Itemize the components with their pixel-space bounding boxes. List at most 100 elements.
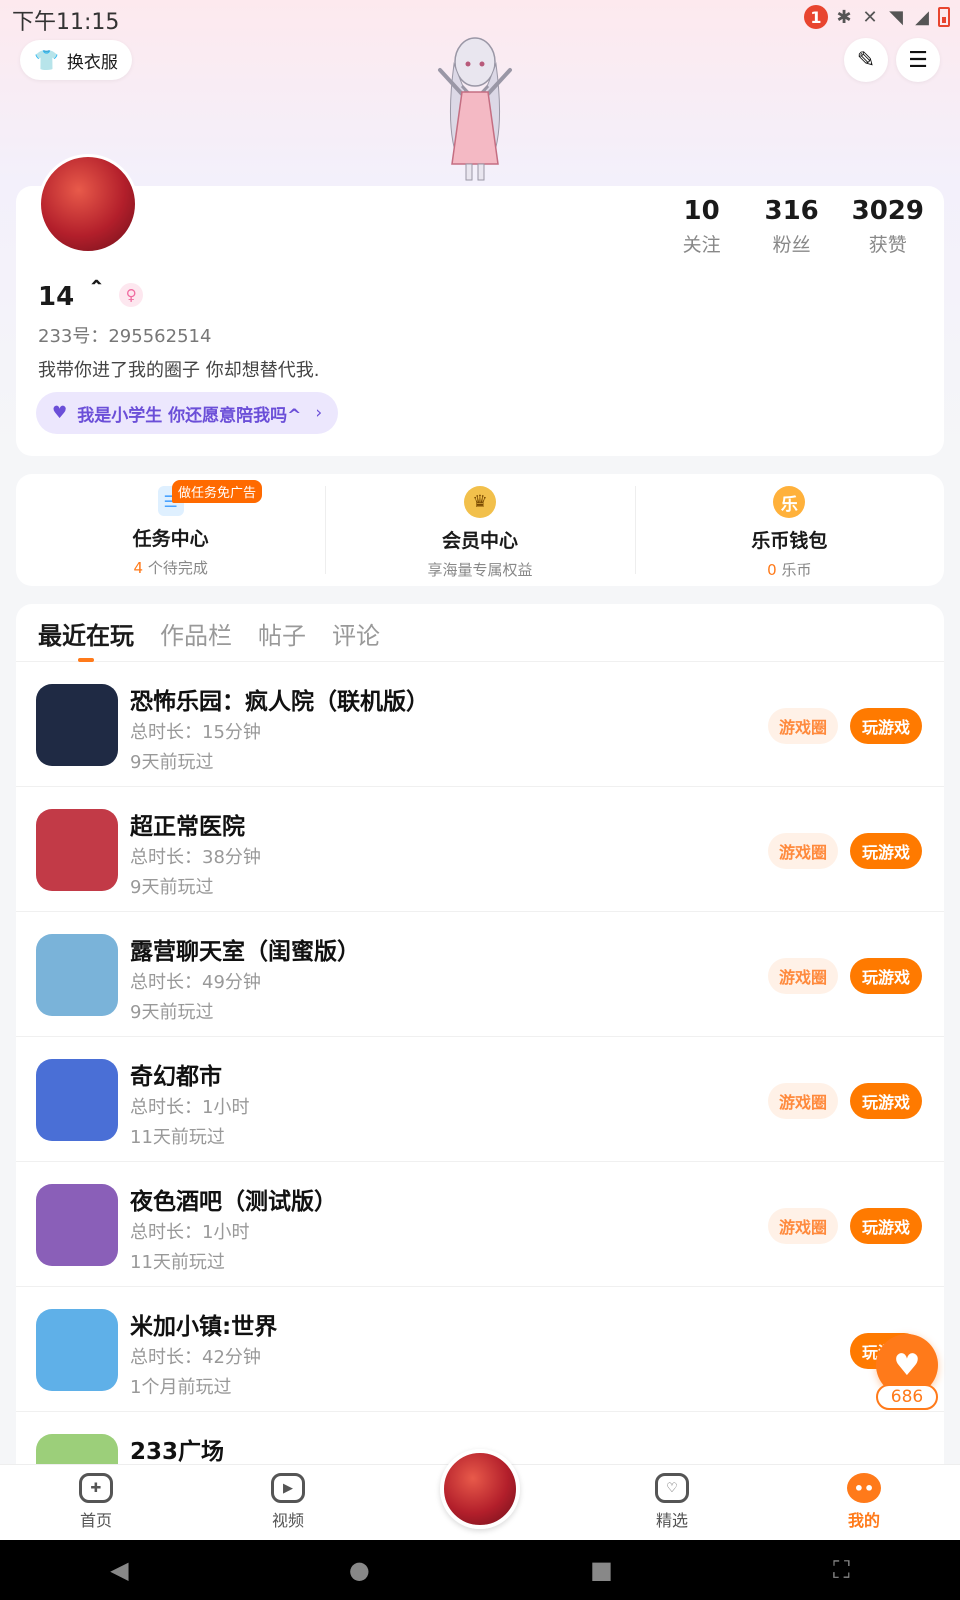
- nav-video[interactable]: ▶ 视频: [192, 1465, 384, 1540]
- task-pending-suffix: 个待完成: [143, 559, 208, 577]
- circle-pill-button[interactable]: ♥ 我是小学生 你还愿意陪我吗^ ›: [36, 392, 339, 434]
- video-play-icon: ▶: [271, 1473, 305, 1503]
- game-name: 米加小镇:世界: [130, 1314, 278, 1340]
- nav-center-avatar[interactable]: [440, 1449, 520, 1529]
- nav-featured[interactable]: ♡ 精选: [576, 1465, 768, 1540]
- face-icon: ••: [847, 1473, 881, 1503]
- heart-icon: ♥: [52, 403, 68, 423]
- bottom-nav: ✚ 首页 ▶ 视频 ♡ 精选 •• 我的: [0, 1449, 960, 1540]
- stat-fans-count: 316: [764, 196, 819, 226]
- pen-icon: ✎: [856, 47, 876, 73]
- signal-icon: ◢: [915, 6, 929, 28]
- mute-icon: ✕: [862, 6, 878, 28]
- menu-button[interactable]: ☰: [896, 38, 940, 82]
- play-game-button[interactable]: 玩游戏: [850, 958, 922, 994]
- nav-mine[interactable]: •• 我的: [768, 1465, 960, 1540]
- game-circle-button[interactable]: 游戏圈: [768, 958, 838, 994]
- stat-likes[interactable]: 3029 获赞: [852, 196, 924, 257]
- game-duration: 总时长：1小时: [130, 1097, 250, 1118]
- shirt-icon: 👕: [34, 48, 59, 72]
- game-row[interactable]: 露营聊天室（闺蜜版） 总时长：49分钟 9天前玩过 游戏圈 玩游戏: [16, 912, 944, 1037]
- floating-like-count: 686: [876, 1384, 938, 1410]
- vip-center-sub: 享海量专属权益: [427, 561, 533, 579]
- nickname: 14 ＾ ♀: [38, 276, 144, 313]
- task-center-title: 任务中心: [132, 528, 209, 550]
- game-row[interactable]: 夜色酒吧（测试版） 总时长：1小时 11天前玩过 游戏圈 玩游戏: [16, 1162, 944, 1287]
- heart-icon: ♥: [893, 1347, 921, 1383]
- hamburger-menu-icon: ☰: [908, 47, 928, 73]
- notification-badge: 1: [804, 5, 828, 29]
- gamepad-icon: ✚: [79, 1473, 113, 1503]
- wallet-entry[interactable]: 乐 乐币钱包 0 乐币: [634, 474, 944, 586]
- game-row[interactable]: 奇幻都市 总时长：1小时 11天前玩过 游戏圈 玩游戏: [16, 1037, 944, 1162]
- nav-home-label: 首页: [79, 1511, 112, 1530]
- stat-following[interactable]: 10 关注: [672, 196, 732, 257]
- game-circle-button[interactable]: 游戏圈: [768, 833, 838, 869]
- game-row[interactable]: 超正常医院 总时长：38分钟 9天前玩过 游戏圈 玩游戏: [16, 787, 944, 912]
- bluetooth-icon: ✱: [836, 6, 852, 28]
- user-bio: 我带你进了我的圈子 你却想替代我.: [38, 360, 320, 381]
- crown-icon: ♛: [463, 486, 496, 518]
- recents-square-icon[interactable]: ■: [590, 1556, 613, 1584]
- game-name: 露营聊天室（闺蜜版）: [130, 939, 360, 965]
- change-outfit-button[interactable]: 👕 换衣服: [20, 40, 132, 80]
- game-circle-button[interactable]: 游戏圈: [768, 1208, 838, 1244]
- game-last-played: 9天前玩过: [130, 877, 214, 898]
- game-last-played: 11天前玩过: [130, 1252, 225, 1273]
- game-circle-button[interactable]: 游戏圈: [768, 1083, 838, 1119]
- game-name: 夜色酒吧（测试版）: [130, 1189, 337, 1215]
- quick-entries: ☰ 任务中心 4 个待完成 ♛ 会员中心 享海量专属权益 乐 乐币钱包 0 乐币: [16, 474, 944, 586]
- avatar-character-figure[interactable]: [432, 34, 518, 184]
- game-last-played: 1个月前玩过: [130, 1377, 232, 1398]
- content-tabs: 最近在玩 作品栏 帖子 评论: [16, 604, 944, 662]
- stat-following-label: 关注: [682, 234, 721, 256]
- game-last-played: 9天前玩过: [130, 1002, 214, 1023]
- game-icon[interactable]: [36, 1434, 118, 1464]
- wallet-unit: 乐币: [776, 561, 812, 579]
- female-gender-icon: ♀: [119, 282, 144, 307]
- game-name: 奇幻都市: [130, 1064, 222, 1090]
- tab-comments[interactable]: 评论: [332, 616, 380, 662]
- task-center-sub: 4 个待完成: [16, 557, 325, 578]
- lebi-coin-icon: 乐: [773, 486, 806, 518]
- nav-featured-label: 精选: [655, 1511, 688, 1530]
- edit-profile-button[interactable]: ✎: [844, 38, 888, 82]
- game-icon[interactable]: [36, 809, 118, 891]
- game-row[interactable]: 米加小镇:世界 总时长：42分钟 1个月前玩过 玩游戏: [16, 1287, 944, 1412]
- stat-likes-count: 3029: [851, 196, 924, 226]
- tab-posts[interactable]: 帖子: [258, 616, 306, 662]
- game-icon[interactable]: [36, 1309, 118, 1391]
- scan-icon[interactable]: ⛶: [833, 1556, 850, 1584]
- play-game-button[interactable]: 玩游戏: [850, 1083, 922, 1119]
- change-outfit-label: 换衣服: [66, 52, 118, 73]
- back-icon[interactable]: ◀: [110, 1556, 128, 1584]
- game-icon[interactable]: [36, 684, 118, 766]
- profile-stats: 10 关注 316 粉丝 3029 获赞: [672, 196, 924, 257]
- content-list-card: 最近在玩 作品栏 帖子 评论 恐怖乐园：疯人院（联机版） 总时长：15分钟 9天…: [16, 604, 944, 1464]
- user-id: 233号：295562514: [38, 326, 212, 347]
- home-circle-icon[interactable]: ●: [349, 1556, 370, 1584]
- nav-mine-label: 我的: [847, 1511, 880, 1530]
- game-icon[interactable]: [36, 1184, 118, 1266]
- wallet-balance: 0: [767, 561, 777, 579]
- task-center-entry[interactable]: ☰ 任务中心 4 个待完成: [16, 474, 325, 586]
- game-duration: 总时长：42分钟: [130, 1347, 261, 1368]
- profile-card: 10 关注 316 粉丝 3029 获赞 14 ＾ ♀ 233号：2955625…: [16, 186, 944, 456]
- play-game-button[interactable]: 玩游戏: [850, 708, 922, 744]
- nav-home[interactable]: ✚ 首页: [0, 1465, 192, 1540]
- game-name: 超正常医院: [130, 814, 245, 840]
- play-game-button[interactable]: 玩游戏: [850, 1208, 922, 1244]
- tab-works[interactable]: 作品栏: [160, 616, 232, 662]
- nickname-text: 14 ＾: [38, 282, 110, 312]
- game-icon[interactable]: [36, 1059, 118, 1141]
- stat-fans[interactable]: 316 粉丝: [762, 196, 822, 257]
- stat-likes-label: 获赞: [868, 234, 907, 256]
- game-circle-button[interactable]: 游戏圈: [768, 708, 838, 744]
- vip-center-entry[interactable]: ♛ 会员中心 享海量专属权益: [325, 474, 634, 586]
- tab-recent-play[interactable]: 最近在玩: [38, 616, 134, 662]
- profile-avatar[interactable]: [38, 154, 138, 254]
- game-icon[interactable]: [36, 934, 118, 1016]
- game-row[interactable]: 恐怖乐园：疯人院（联机版） 总时长：15分钟 9天前玩过 游戏圈 玩游戏: [16, 662, 944, 787]
- heart-chat-icon: ♡: [655, 1473, 689, 1503]
- play-game-button[interactable]: 玩游戏: [850, 833, 922, 869]
